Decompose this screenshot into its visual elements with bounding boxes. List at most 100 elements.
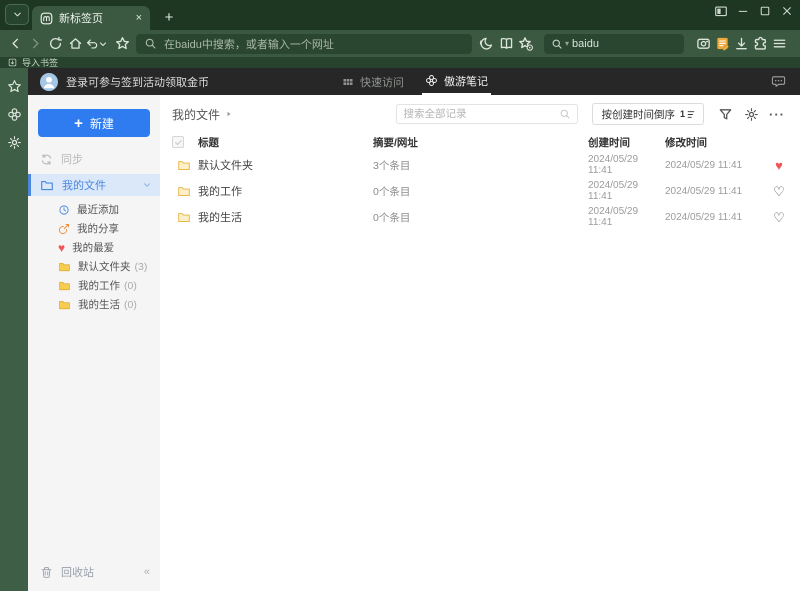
- row-modified: 2024/05/29 11:41: [665, 211, 743, 223]
- sidebar-item-sync[interactable]: 同步: [28, 149, 160, 169]
- sidebar-item-recent[interactable]: 最近添加: [28, 200, 160, 219]
- row-summary: 3个条目: [373, 159, 411, 172]
- column-header-summary[interactable]: 摘要/网址: [373, 135, 588, 150]
- settings-gear-icon[interactable]: [7, 135, 22, 150]
- close-button[interactable]: [776, 1, 798, 21]
- new-note-button[interactable]: + 新建: [38, 109, 150, 137]
- sort-button-label: 按创建时间倒序: [601, 108, 675, 121]
- maximize-button[interactable]: [754, 1, 776, 21]
- home-icon[interactable]: [65, 33, 85, 54]
- notes-search-box[interactable]: [396, 104, 579, 124]
- notes-sidebar: + 新建 同步 我的文件 最近添加 我的分享 ♥ 我的最爱 默认文件夹 (3) …: [28, 95, 160, 591]
- table-row[interactable]: 我的生活 0个条目 2024/05/29 11:41 2024/05/29 11…: [160, 204, 800, 230]
- menu-hamburger-icon[interactable]: [770, 33, 789, 54]
- maxnote-icon[interactable]: [713, 33, 732, 54]
- row-title[interactable]: 我的工作: [198, 183, 373, 199]
- table-row[interactable]: 我的工作 0个条目 2024/05/29 11:41 2024/05/29 11…: [160, 178, 800, 204]
- feedback-bubble-icon[interactable]: [771, 74, 786, 89]
- search-icon: [144, 37, 157, 50]
- undo-button[interactable]: [85, 37, 112, 51]
- collapse-sidebar-icon[interactable]: «: [144, 566, 150, 578]
- notes-search-input[interactable]: [403, 108, 560, 120]
- user-avatar[interactable]: [40, 72, 58, 91]
- sidebar-item-default-folder[interactable]: 默认文件夹 (3): [28, 257, 160, 276]
- bookmark-settings-icon[interactable]: [516, 33, 536, 54]
- column-header-title[interactable]: 标题: [198, 135, 373, 150]
- edge-sidebar: [0, 68, 28, 591]
- favorite-star-icon[interactable]: [112, 33, 132, 54]
- sidebar-item-label: 我的文件: [62, 180, 106, 192]
- row-created: 2024/05/29 11:41: [588, 154, 639, 176]
- chevron-down-icon[interactable]: [142, 180, 152, 190]
- tab-maxnote[interactable]: 傲游笔记: [422, 68, 491, 95]
- new-tab-button[interactable]: +: [158, 6, 180, 28]
- favorite-heart-icon[interactable]: ♥: [775, 159, 783, 172]
- extensions-puzzle-icon[interactable]: [751, 33, 770, 54]
- clover-icon: [425, 74, 438, 87]
- sidebar-item-label: 默认文件夹: [78, 261, 131, 273]
- maxthon-logo-icon: [40, 12, 53, 25]
- night-mode-icon[interactable]: [476, 33, 496, 54]
- sort-order-button[interactable]: 按创建时间倒序 1: [592, 103, 704, 125]
- browser-search-input[interactable]: [572, 37, 663, 50]
- row-modified: 2024/05/29 11:41: [665, 185, 743, 197]
- favorite-heart-icon[interactable]: ♡: [773, 185, 785, 198]
- address-bar[interactable]: 在baidu中搜索，或者输入一个网址: [136, 33, 472, 54]
- filter-funnel-icon[interactable]: [714, 103, 736, 125]
- reader-mode-icon[interactable]: [496, 33, 516, 54]
- minimize-button[interactable]: [732, 1, 754, 21]
- browser-search-box[interactable]: ▾: [544, 33, 684, 54]
- split-screen-icon[interactable]: [710, 1, 732, 21]
- sidebar-item-favorites[interactable]: ♥ 我的最爱: [28, 238, 160, 257]
- tab-list-button[interactable]: [5, 4, 29, 25]
- refresh-icon[interactable]: [45, 33, 65, 54]
- column-header-created[interactable]: 创建时间: [588, 135, 665, 150]
- row-title[interactable]: 我的生活: [198, 209, 373, 225]
- browser-toolbar: 在baidu中搜索，或者输入一个网址 ▾: [0, 30, 800, 57]
- chevron-down-icon: [12, 9, 23, 20]
- column-header-modified[interactable]: 修改时间: [665, 135, 770, 150]
- toolbar-right-icons: [694, 33, 789, 54]
- address-placeholder-text: 在baidu中搜索，或者输入一个网址: [164, 38, 334, 51]
- sidebar-item-label: 我的分享: [77, 223, 119, 235]
- back-icon[interactable]: [5, 33, 25, 54]
- search-icon: [559, 108, 571, 120]
- search-icon: [551, 38, 563, 50]
- sidebar-item-label: 我的工作: [78, 280, 120, 292]
- sidebar-item-work-folder[interactable]: 我的工作 (0): [28, 276, 160, 295]
- sidebar-item-label: 我的最爱: [72, 242, 115, 254]
- screenshot-camera-icon[interactable]: [694, 33, 713, 54]
- favorites-star-icon[interactable]: [7, 79, 22, 94]
- forward-icon[interactable]: [25, 33, 45, 54]
- folder-icon: [40, 179, 54, 192]
- tab-close-icon[interactable]: ×: [136, 12, 142, 24]
- folder-icon: [177, 211, 198, 224]
- search-engine-caret-icon[interactable]: ▾: [565, 39, 569, 48]
- view-settings-gear-icon[interactable]: [740, 103, 762, 125]
- select-all-checkbox[interactable]: [172, 136, 184, 148]
- row-title[interactable]: 默认文件夹: [198, 157, 373, 173]
- breadcrumb[interactable]: 我的文件: [172, 106, 233, 123]
- sidebar-item-life-folder[interactable]: 我的生活 (0): [28, 295, 160, 314]
- grid-icon: [342, 76, 354, 88]
- tab-quick-access[interactable]: 快速访问: [342, 68, 404, 95]
- sync-icon: [40, 153, 53, 166]
- row-modified: 2024/05/29 11:41: [665, 159, 743, 171]
- clock-icon: [58, 204, 70, 216]
- download-icon[interactable]: [732, 33, 751, 54]
- more-options-icon[interactable]: ···: [766, 103, 788, 125]
- sidebar-item-my-files[interactable]: 我的文件: [28, 174, 160, 196]
- folder-icon: [177, 159, 198, 172]
- bookmark-bar: 导入书签: [0, 57, 800, 68]
- login-banner[interactable]: 登录可参与签到活动领取金币: [66, 74, 209, 90]
- sidebar-item-label: 我的生活: [78, 299, 120, 311]
- sidebar-item-shares[interactable]: 我的分享: [28, 219, 160, 238]
- app-right: 登录可参与签到活动领取金币 快速访问 傲游笔记 + 新建 同步 我的文件 最近添…: [28, 68, 800, 591]
- sidebar-item-recycle-bin[interactable]: 回收站 «: [28, 561, 160, 583]
- browser-tab[interactable]: 新标签页 ×: [32, 6, 150, 30]
- maxnote-clover-icon[interactable]: [7, 107, 22, 122]
- favorite-heart-icon[interactable]: ♡: [773, 211, 785, 224]
- tab-title: 新标签页: [59, 13, 103, 25]
- app-body: + 新建 同步 我的文件 最近添加 我的分享 ♥ 我的最爱 默认文件夹 (3) …: [28, 95, 800, 591]
- table-row[interactable]: 默认文件夹 3个条目 2024/05/29 11:41 2024/05/29 1…: [160, 152, 800, 178]
